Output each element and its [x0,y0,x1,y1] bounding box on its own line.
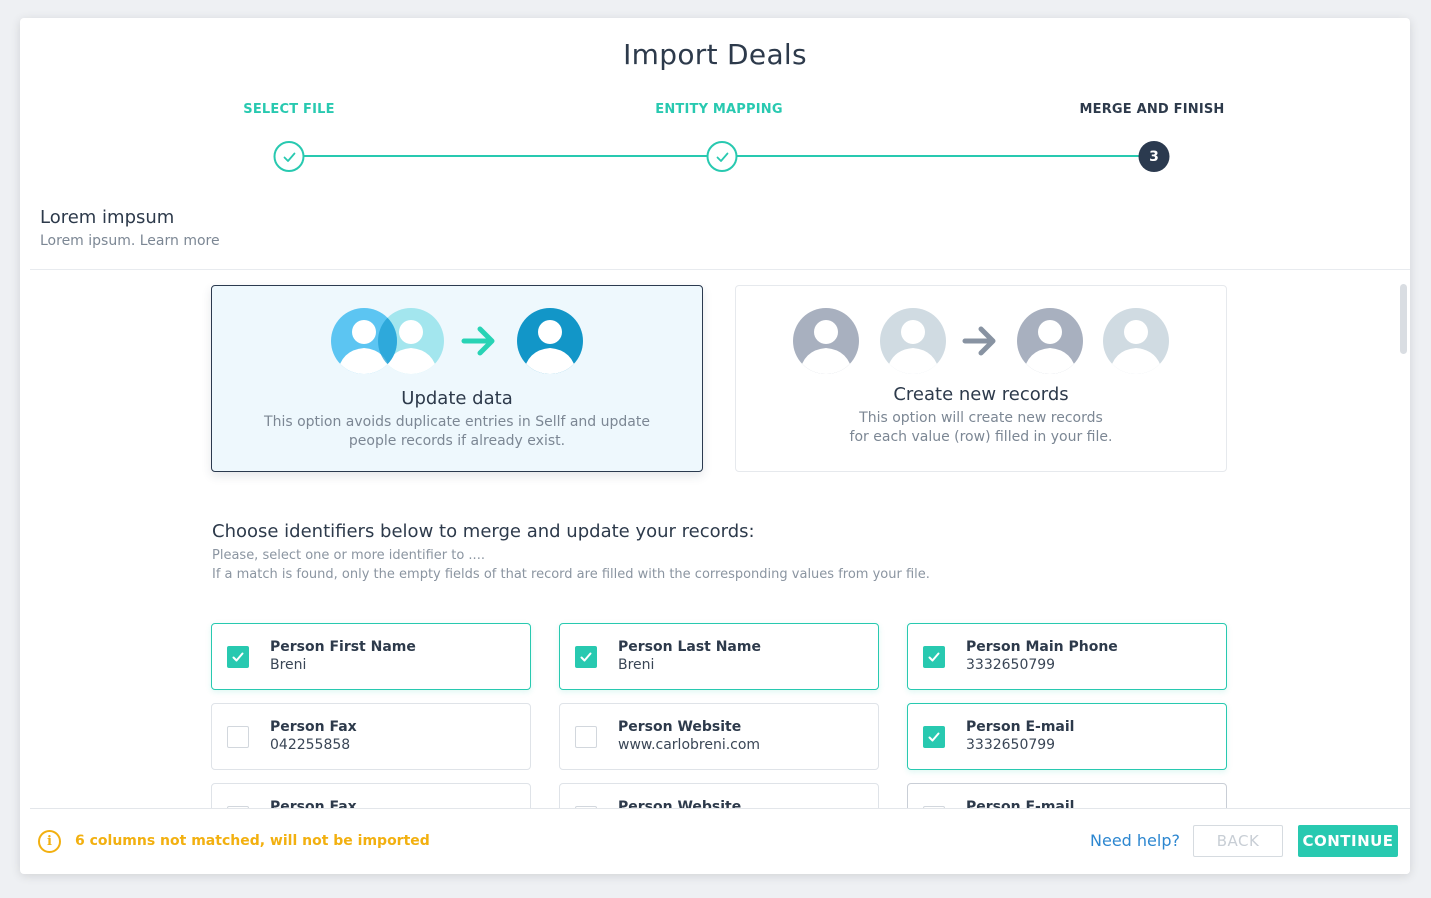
merge-illustration [212,306,702,376]
option-update-data[interactable]: Update data This option avoids duplicate… [211,285,703,472]
step-1-check-icon[interactable] [273,141,305,172]
section-divider [30,269,1410,270]
step-label-merge-and-finish: MERGE AND FINISH [1079,102,1225,117]
section-subtitle[interactable]: Lorem ipsum. Learn more [40,233,220,249]
need-help-link[interactable]: Need help? [1090,831,1180,850]
identifier-card-person-main-phone[interactable]: Person Main Phone 3332650799 [907,623,1227,690]
dialog-title: Import Deals [623,38,807,71]
identifier-card-person-fax[interactable]: Person Fax 042255858 [211,703,531,770]
user-avatar-icon [517,308,583,374]
checkbox-unchecked[interactable] [227,726,249,748]
checkbox-checked-icon[interactable] [923,646,945,668]
identifier-value: 3332650799 [966,657,1056,673]
arrow-right-icon [461,326,495,356]
stepper-line-1 [288,155,720,157]
identifier-value: Breni [618,657,655,673]
identifier-card-person-last-name[interactable]: Person Last Name Breni [559,623,879,690]
identifier-name: Person Last Name [618,639,761,655]
step-label-select-file[interactable]: SELECT FILE [243,102,334,117]
identifier-card-person-website[interactable]: Person Website www.carlobreni.com [559,703,879,770]
user-avatar-icon [1017,308,1083,374]
option-update-desc-line1: This option avoids duplicate entries in … [264,414,650,430]
identifier-name: Person Website [618,719,742,735]
option-update-title: Update data [401,388,513,409]
checkbox-unchecked[interactable] [575,726,597,748]
step-3-number: 3 [1138,141,1170,172]
identifier-name: Person Fax [270,719,357,735]
identifier-value: 3332650799 [966,737,1056,753]
option-create-desc-line1: This option will create new records [859,410,1103,426]
option-create-new-records[interactable]: Create new records This option will crea… [735,285,1227,472]
import-dialog: Import Deals SELECT FILE ENTITY MAPPING … [20,18,1410,874]
scrollbar-thumb[interactable] [1400,284,1407,354]
option-update-desc-line2: people records if already exist. [348,433,566,449]
identifier-value: 042255858 [270,737,351,753]
identifier-card-person-first-name[interactable]: Person First Name Breni [211,623,531,690]
create-illustration [736,306,1226,376]
step-label-entity-mapping[interactable]: ENTITY MAPPING [655,102,783,117]
user-avatar-icon [880,308,946,374]
user-avatar-icon [1103,308,1169,374]
identifier-name: Person Main Phone [966,639,1118,655]
identifier-card-person-email[interactable]: Person E-mail 3332650799 [907,703,1227,770]
identifier-value: www.carlobreni.com [618,737,761,753]
option-create-desc-line2: for each value (row) filled in your file… [849,429,1113,445]
continue-button[interactable]: CONTINUE [1298,825,1398,857]
identifiers-title: Choose identifiers below to merge and up… [212,521,755,542]
back-button[interactable]: BACK [1193,825,1283,857]
step-2-check-icon[interactable] [706,141,738,172]
section-title: Lorem impsum [40,207,175,228]
identifiers-subtitle-1: Please, select one or more identifier to… [212,548,485,563]
checkbox-checked-icon[interactable] [575,646,597,668]
identifier-value: Breni [270,657,307,673]
identifier-name: Person First Name [270,639,416,655]
user-avatar-icon [793,308,859,374]
identifier-name: Person E-mail [966,719,1075,735]
checkbox-checked-icon[interactable] [923,726,945,748]
identifiers-subtitle-2: If a match is found, only the empty fiel… [212,567,930,582]
checkbox-checked-icon[interactable] [227,646,249,668]
stepper-line-2 [721,155,1153,157]
dialog-footer: i 6 columns not matched, will not be imp… [30,808,1410,874]
arrow-right-icon [962,326,996,356]
option-create-title: Create new records [893,384,1069,405]
info-icon: i [38,830,61,853]
unmatched-warning: 6 columns not matched, will not be impor… [75,833,430,849]
